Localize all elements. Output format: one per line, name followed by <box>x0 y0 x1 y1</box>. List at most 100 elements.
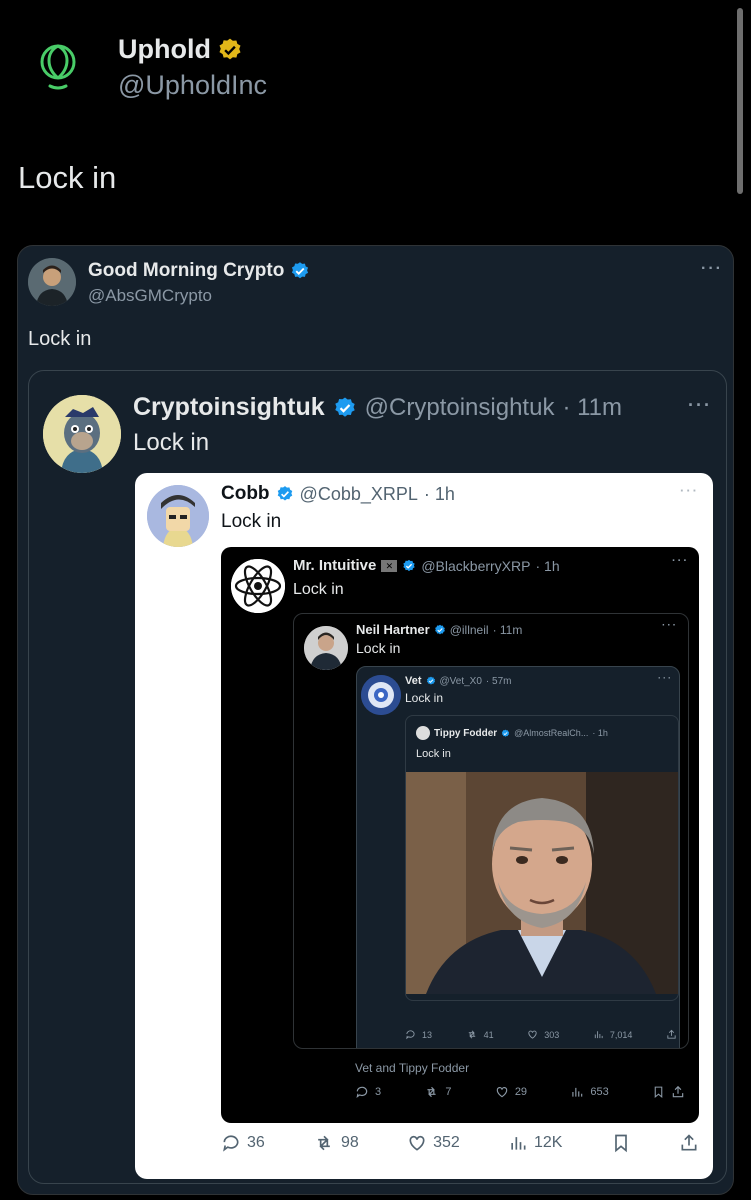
heart-icon <box>528 1030 537 1039</box>
portrait-image <box>406 772 678 994</box>
quote-card-mr-intuitive[interactable]: Mr. Intuitive ✕ @BlackberryXRP · 1h ··· … <box>221 547 699 1123</box>
portrait-photo[interactable] <box>406 772 678 994</box>
verified-badge-icon <box>277 486 292 501</box>
l7-time: · 1h <box>592 728 608 738</box>
post-author-handle[interactable]: @UpholdInc <box>118 70 267 101</box>
person-avatar-icon <box>304 626 348 670</box>
l1-author-name[interactable]: Good Morning Crypto <box>88 260 284 282</box>
more-options-icon[interactable]: ··· <box>701 260 723 278</box>
l5-author-handle[interactable]: @illneil <box>450 623 489 637</box>
uphold-logo-avatar[interactable] <box>30 38 86 94</box>
l7-author-handle[interactable]: @AlmostRealCh... <box>514 728 588 738</box>
reply-button[interactable]: 13 <box>405 1029 432 1040</box>
l2-author-name[interactable]: Cryptoinsightuk <box>133 393 325 422</box>
l7-text: Lock in <box>416 748 451 760</box>
l5-text: Lock in <box>356 640 401 656</box>
reply-icon <box>223 1135 239 1152</box>
l4-action-bar: 3 7 29 653 <box>355 1085 685 1099</box>
repost-count: 98 <box>341 1134 359 1151</box>
repost-button[interactable]: 98 <box>313 1133 359 1153</box>
views-icon <box>572 1087 583 1097</box>
l4-footer-text: Vet and Tippy Fodder <box>355 1061 470 1075</box>
verified-badge-icon <box>434 624 445 634</box>
l6-author-handle[interactable]: @Vet_X0 <box>440 676 482 687</box>
share-icon[interactable] <box>679 1133 699 1153</box>
quote-card-tippy-fodder[interactable]: Tippy Fodder @AlmostRealCh... · 1h Lock … <box>405 715 679 1001</box>
like-button[interactable]: 352 <box>407 1133 460 1153</box>
avatar-vet[interactable] <box>361 675 401 715</box>
l6-time: · 57m <box>485 675 512 687</box>
more-options-icon[interactable]: ··· <box>662 620 678 631</box>
like-button[interactable]: 303 <box>527 1029 559 1040</box>
l2-text: Lock in <box>133 429 210 456</box>
reply-count: 13 <box>422 1029 433 1040</box>
l4-time: · 1h <box>535 557 560 574</box>
verified-gold-badge-icon <box>219 38 241 59</box>
like-count: 352 <box>433 1134 460 1151</box>
l6-author-name[interactable]: Vet <box>405 675 422 687</box>
atom-icon <box>231 559 285 613</box>
share-icon[interactable] <box>666 1029 677 1040</box>
avatar-tippy-fodder[interactable] <box>416 726 430 740</box>
share-icon[interactable] <box>671 1085 685 1099</box>
scrollbar[interactable] <box>737 8 743 194</box>
views-button[interactable]: 653 <box>570 1085 609 1099</box>
views-count: 7,014 <box>609 1029 633 1040</box>
l4-author-handle[interactable]: @BlackberryXRP <box>421 558 530 574</box>
l5-time: · 11m <box>492 622 523 637</box>
post-author-name[interactable]: Uphold <box>118 34 211 65</box>
quote-card-cobb[interactable]: Cobb @Cobb_XRPL · 1h ··· Lock in Mr. Int… <box>135 473 713 1179</box>
more-options-icon[interactable]: ··· <box>688 395 712 416</box>
verified-badge-icon <box>292 262 309 279</box>
reply-button[interactable]: 3 <box>355 1085 381 1099</box>
more-options-icon[interactable]: ··· <box>658 673 673 683</box>
quote-card-good-morning-crypto[interactable]: Good Morning Crypto @AbsGMCrypto ··· Loc… <box>17 245 734 1195</box>
uphold-logo-icon <box>40 44 76 90</box>
repost-count: 7 <box>445 1086 452 1098</box>
views-button[interactable]: 7,014 <box>593 1029 633 1040</box>
verified-badge-icon <box>403 559 416 571</box>
avatar-mr-intuitive[interactable] <box>231 559 285 613</box>
quote-card-vet[interactable]: Vet @Vet_X0 · 57m ··· Lock in Tippy Fodd… <box>356 666 680 1048</box>
repost-icon <box>318 1135 330 1151</box>
quote-card-cryptoinsightuk[interactable]: Cryptoinsightuk @Cryptoinsightuk · 11m ·… <box>28 370 727 1184</box>
reply-button[interactable]: 36 <box>221 1133 265 1153</box>
l4-author-name[interactable]: Mr. Intuitive <box>293 557 376 574</box>
like-button[interactable]: 29 <box>495 1085 527 1099</box>
l7-author-name[interactable]: Tippy Fodder <box>434 728 497 739</box>
repost-button[interactable]: 41 <box>466 1029 494 1040</box>
avatar-good-morning-crypto[interactable] <box>28 258 76 306</box>
l6-action-bar: 13 41 303 7,014 <box>405 1029 677 1040</box>
post-header: Uphold @UpholdInc <box>30 32 430 102</box>
l3-author-handle[interactable]: @Cobb_XRPL <box>300 484 418 505</box>
reply-count: 36 <box>247 1134 265 1151</box>
screenshot-page: Uphold @UpholdInc Lock in Good Morning C… <box>0 0 751 1200</box>
quote-card-neil-hartner[interactable]: Neil Hartner @illneil · 11m ··· Lock in <box>293 613 689 1049</box>
l3-author-name[interactable]: Cobb <box>221 483 270 505</box>
more-options-icon[interactable]: ··· <box>680 483 699 498</box>
flag-icon: ✕ <box>381 559 398 572</box>
like-count: 29 <box>514 1086 528 1098</box>
l5-author-name[interactable]: Neil Hartner <box>356 622 430 637</box>
cartoon-avatar-icon <box>147 485 209 547</box>
views-count: 653 <box>590 1086 609 1098</box>
verified-badge-icon <box>334 397 355 417</box>
l2-author-handle[interactable]: @Cryptoinsightuk <box>365 394 555 422</box>
views-button[interactable]: 12K <box>508 1133 562 1153</box>
l1-author-handle[interactable]: @AbsGMCrypto <box>88 286 212 306</box>
repost-button[interactable]: 7 <box>424 1085 452 1099</box>
bookmark-icon[interactable] <box>611 1133 631 1153</box>
avatar-cryptoinsightuk[interactable] <box>43 395 121 473</box>
l3-action-bar: 36 98 352 12K <box>221 1133 699 1153</box>
more-options-icon[interactable]: ··· <box>672 555 689 567</box>
reply-icon <box>356 1086 368 1099</box>
like-count: 303 <box>544 1029 560 1040</box>
repost-icon <box>468 1030 475 1039</box>
avatar-neil-hartner[interactable] <box>304 626 348 670</box>
vet-avatar-icon <box>361 675 401 715</box>
avatar-cobb[interactable] <box>147 485 209 547</box>
bookmark-icon[interactable] <box>652 1085 665 1099</box>
person-avatar-icon <box>28 258 76 306</box>
reply-icon <box>406 1030 415 1040</box>
views-icon <box>594 1031 603 1039</box>
